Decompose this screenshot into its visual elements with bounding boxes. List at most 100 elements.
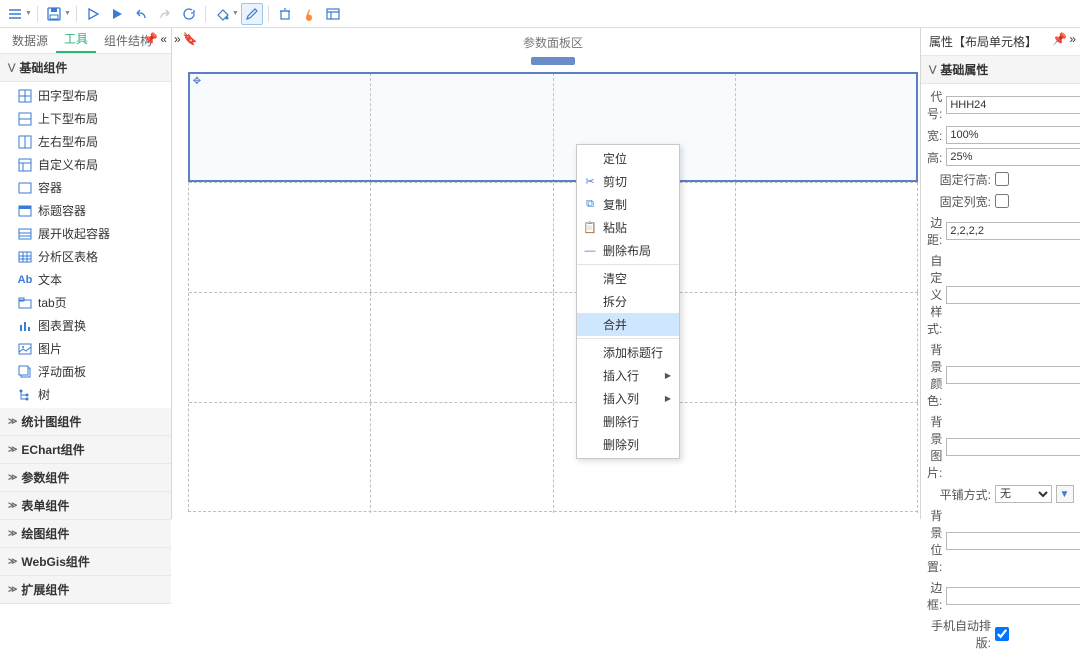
copy-icon: ⧉ bbox=[583, 198, 597, 212]
prop-label-bgpos: 背景位置: bbox=[927, 507, 942, 575]
layout-button[interactable] bbox=[322, 3, 344, 25]
edit-button[interactable] bbox=[241, 3, 263, 25]
tab-tools[interactable]: 工具 bbox=[56, 26, 96, 53]
flame-button[interactable] bbox=[298, 3, 320, 25]
section-extend[interactable]: ≫扩展组件 bbox=[0, 576, 171, 604]
run-outline-button[interactable] bbox=[82, 3, 104, 25]
component-item-tree[interactable]: 树 bbox=[0, 383, 171, 406]
paste-icon: 📋 bbox=[583, 221, 597, 235]
ctx-item-清空[interactable]: 清空 bbox=[577, 267, 679, 290]
prop-label-bgcolor: 背景颜色: bbox=[927, 341, 942, 409]
chevron-right-icon: ≫ bbox=[8, 584, 17, 595]
redo-button[interactable] bbox=[154, 3, 176, 25]
ctx-item-合并[interactable]: 合并 bbox=[577, 313, 679, 336]
pin-icon[interactable]: 📌 bbox=[1052, 32, 1067, 46]
delete-button[interactable] bbox=[274, 3, 296, 25]
prop-check-fixrowh[interactable] bbox=[995, 172, 1009, 186]
prop-select-tile[interactable]: 无 bbox=[995, 485, 1052, 503]
layout-updown-icon bbox=[18, 112, 32, 126]
ctx-item-插入列[interactable]: 插入列▶ bbox=[577, 387, 679, 410]
component-item-text[interactable]: Ab文本 bbox=[0, 268, 171, 291]
section-param[interactable]: ≫参数组件 bbox=[0, 464, 171, 492]
blank-icon bbox=[583, 272, 597, 286]
refresh-button[interactable] bbox=[178, 3, 200, 25]
prop-input-customstyle[interactable] bbox=[946, 286, 1080, 304]
component-item-grid-table[interactable]: 分析区表格 bbox=[0, 245, 171, 268]
tab-datasource[interactable]: 数据源 bbox=[4, 28, 56, 53]
chevron-down-icon: ⋁ bbox=[8, 62, 15, 73]
ctx-item-label: 拆分 bbox=[603, 293, 671, 310]
prop-input-code[interactable] bbox=[946, 96, 1080, 114]
ctx-item-删除行[interactable]: 删除行 bbox=[577, 410, 679, 433]
section-echart[interactable]: ≫EChart组件 bbox=[0, 436, 171, 464]
section-draw[interactable]: ≫绘图组件 bbox=[0, 520, 171, 548]
properties-title: 属性【布局单元格】 📌» bbox=[921, 28, 1080, 55]
prop-input-width[interactable] bbox=[946, 126, 1080, 144]
param-panel-tab[interactable] bbox=[531, 57, 575, 65]
prop-input-bgimage[interactable] bbox=[946, 438, 1080, 456]
component-item-label: 图片 bbox=[38, 340, 62, 357]
ctx-item-拆分[interactable]: 拆分 bbox=[577, 290, 679, 313]
prop-input-bgcolor[interactable] bbox=[946, 366, 1080, 384]
menu-dropdown-caret[interactable]: ▼ bbox=[25, 10, 32, 17]
cell-handle-icon[interactable]: ✥ bbox=[192, 76, 202, 86]
menu-button[interactable] bbox=[4, 3, 26, 25]
save-dropdown-caret[interactable]: ▼ bbox=[64, 10, 71, 17]
selected-cell[interactable]: ✥ bbox=[188, 72, 918, 182]
prop-label-margin: 边距: bbox=[927, 214, 942, 248]
prop-check-fixcolw[interactable] bbox=[995, 194, 1009, 208]
prop-check-mobileauto[interactable] bbox=[995, 627, 1009, 641]
save-button[interactable] bbox=[43, 3, 65, 25]
component-item-layout-tian[interactable]: 田字型布局 bbox=[0, 84, 171, 107]
text-icon: Ab bbox=[18, 273, 32, 287]
component-item-float-panel[interactable]: 浮动面板 bbox=[0, 360, 171, 383]
undo-button[interactable] bbox=[130, 3, 152, 25]
prop-input-bgpos[interactable] bbox=[946, 532, 1080, 550]
prop-input-margin[interactable] bbox=[946, 222, 1080, 240]
section-label: 基础组件 bbox=[19, 59, 67, 76]
prop-input-height[interactable] bbox=[946, 148, 1080, 166]
collapse-left-icon[interactable]: « bbox=[160, 32, 167, 46]
section-form[interactable]: ≫表单组件 bbox=[0, 492, 171, 520]
component-item-container[interactable]: 容器 bbox=[0, 176, 171, 199]
component-item-layout-updown[interactable]: 上下型布局 bbox=[0, 107, 171, 130]
component-item-title-container[interactable]: 标题容器 bbox=[0, 199, 171, 222]
component-item-chart-swap[interactable]: 图表置换 bbox=[0, 314, 171, 337]
paint-bucket-button[interactable] bbox=[211, 3, 233, 25]
expand-right-icon[interactable]: » bbox=[174, 32, 181, 46]
ctx-item-label: 插入行 bbox=[603, 367, 659, 384]
section-basic-props[interactable]: ⋁ 基础属性 bbox=[921, 55, 1080, 84]
component-item-layout-leftright[interactable]: 左右型布局 bbox=[0, 130, 171, 153]
blank-icon bbox=[583, 295, 597, 309]
component-item-image[interactable]: 图片 bbox=[0, 337, 171, 360]
prop-label-fixcolw: 固定列宽: bbox=[927, 193, 991, 210]
ctx-item-剪切[interactable]: ✂剪切 bbox=[577, 170, 679, 193]
component-item-expand-container[interactable]: 展开收起容器 bbox=[0, 222, 171, 245]
chevron-right-icon: ≫ bbox=[8, 500, 17, 511]
chevron-right-icon: ≫ bbox=[8, 444, 17, 455]
pin-icon[interactable]: 📌 bbox=[143, 32, 158, 46]
component-item-layout-custom[interactable]: 自定义布局 bbox=[0, 153, 171, 176]
blank-icon bbox=[583, 369, 597, 383]
collapse-right-icon[interactable]: » bbox=[1069, 32, 1076, 46]
section-webgis[interactable]: ≫WebGis组件 bbox=[0, 548, 171, 576]
prop-input-border[interactable] bbox=[946, 587, 1080, 605]
ctx-item-插入行[interactable]: 插入行▶ bbox=[577, 364, 679, 387]
design-canvas[interactable]: » 🔖 参数面板区 ✥ bbox=[172, 28, 920, 519]
ctx-item-删除布局[interactable]: —删除布局 bbox=[577, 239, 679, 262]
ctx-item-复制[interactable]: ⧉ 复制 bbox=[577, 193, 679, 216]
section-stat-chart[interactable]: ≫统计图组件 bbox=[0, 408, 171, 436]
ctx-item-label: 复制 bbox=[603, 196, 671, 213]
section-basic-components[interactable]: ⋁ 基础组件 bbox=[0, 54, 171, 82]
component-item-tab[interactable]: tab页 bbox=[0, 291, 171, 314]
prop-tile-dropdown[interactable]: ▼ bbox=[1056, 485, 1074, 503]
ctx-item-粘贴[interactable]: 📋粘贴 bbox=[577, 216, 679, 239]
grid-table-icon bbox=[18, 250, 32, 264]
ctx-item-删除列[interactable]: 删除列 bbox=[577, 433, 679, 456]
prop-label-tile: 平铺方式: bbox=[927, 486, 991, 503]
run-fill-button[interactable] bbox=[106, 3, 128, 25]
ctx-item-添加标题行[interactable]: 添加标题行 bbox=[577, 341, 679, 364]
paint-dropdown-caret[interactable]: ▼ bbox=[232, 10, 239, 17]
bookmark-icon[interactable]: 🔖 bbox=[183, 32, 198, 46]
ctx-item-定位[interactable]: 定位 bbox=[577, 147, 679, 170]
